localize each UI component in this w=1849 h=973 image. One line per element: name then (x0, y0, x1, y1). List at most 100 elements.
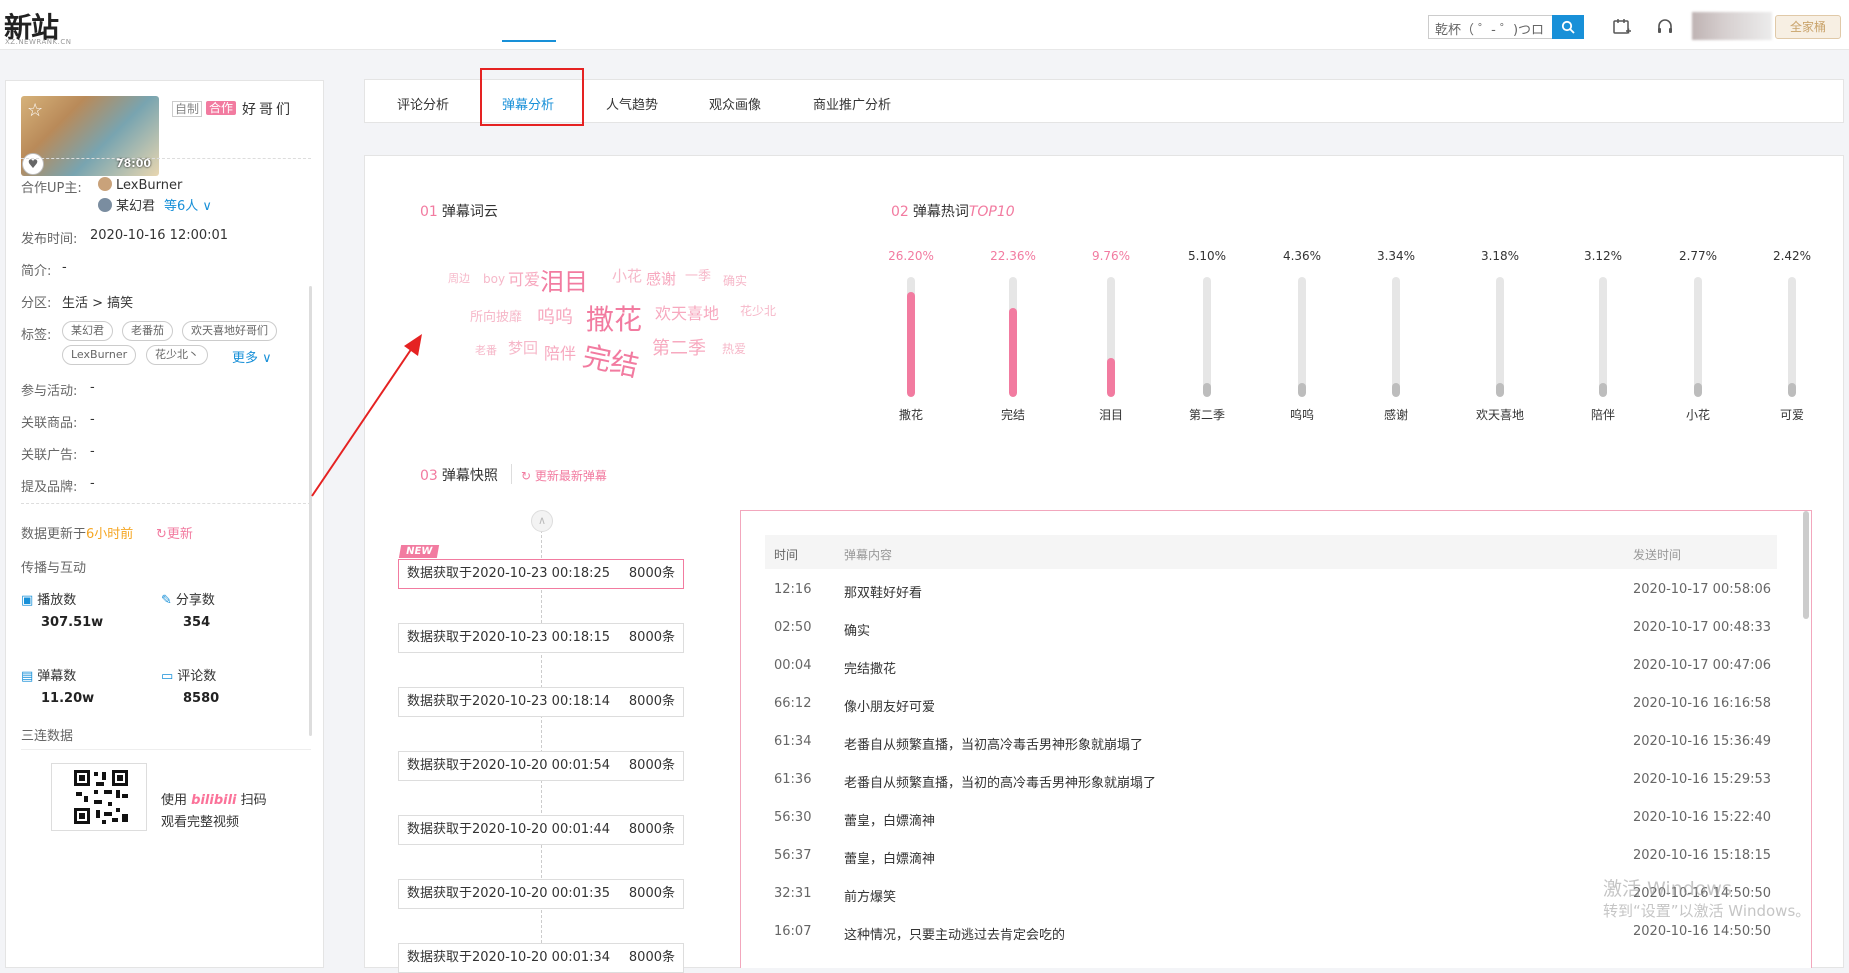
user-avatar[interactable] (1692, 12, 1772, 40)
up-name: LexBurner (116, 178, 183, 193)
wordcloud-word: 欢天喜地 (655, 304, 720, 323)
publish-time-label: 发布时间: (21, 232, 78, 247)
danmaku-icon: ▤ (21, 669, 34, 684)
bar-track (1496, 277, 1504, 397)
panel-scrollbar[interactable] (309, 286, 312, 736)
snapshot-item[interactable]: 数据获取于2020-10-23 00:18:25 8000条 (398, 559, 684, 589)
table-row[interactable]: 56:30 蕾皇，白嫖滴神 2020-10-16 15:22:40 (765, 799, 1777, 837)
headset-icon[interactable] (1655, 17, 1675, 37)
row-send-time: 2020-10-17 00:48:33 (1633, 620, 1772, 635)
bar[interactable] (1107, 357, 1115, 397)
snapshot-item[interactable]: 数据获取于2020-10-20 00:01:54 8000条 (398, 751, 684, 781)
header-send-time: 发送时间 (1633, 548, 1682, 562)
bar-category-label: 陪伴 (1590, 408, 1615, 422)
tab-comment-analysis[interactable]: 评论分析 (397, 94, 449, 113)
tag-pill[interactable]: LexBurner (62, 345, 137, 365)
tag-pill[interactable]: 某幻君 (62, 321, 113, 341)
ad-value: - (90, 444, 95, 459)
star-icon[interactable]: ☆ (27, 100, 43, 121)
bar-percent-label: 2.77% (1678, 249, 1718, 263)
section-number: 02 (891, 204, 909, 220)
row-content: 蕾皇，白嫖滴神 (844, 852, 936, 867)
chevron-up-icon[interactable]: ∧ (531, 510, 553, 532)
table-row[interactable]: 12:16 那双鞋好好看 2020-10-17 00:58:06 (765, 571, 1777, 609)
update-time: 6小时前 (86, 527, 134, 542)
windows-watermark-subtitle: 转到“设置”以激活 Windows。 (1603, 902, 1811, 920)
comment-label-text: 评论数 (177, 669, 217, 684)
bar[interactable] (1203, 383, 1211, 397)
snapshot-item[interactable]: 数据获取于2020-10-20 00:01:34 8000条 (398, 943, 684, 973)
bar[interactable] (1009, 307, 1017, 397)
qr-code[interactable] (51, 763, 147, 831)
table-row[interactable]: 61:36 老番自从频繁直播，当初的高冷毒舌男神形象就崩塌了 2020-10-16 … (765, 761, 1777, 799)
bar[interactable] (1694, 383, 1702, 397)
more-tags-label: 更多 (232, 351, 259, 366)
snapshot-item[interactable]: 数据获取于2020-10-20 00:01:44 8000条 (398, 815, 684, 845)
snapshot-item[interactable]: 数据获取于2020-10-20 00:01:35 8000条 (398, 879, 684, 909)
publish-time-value: 2020-10-16 12:00:01 (90, 228, 229, 243)
update-button[interactable]: ↻更新 (156, 523, 193, 542)
row-content: 这种情况，只要主动逃过去肯定会吃的 (844, 928, 1066, 943)
snapshot-count: 8000条 (628, 886, 675, 901)
bar-track (907, 277, 915, 397)
data-update-info: 数据更新于6小时前 (21, 523, 133, 542)
divider (21, 158, 311, 159)
activity-label: 参与活动: (21, 384, 78, 399)
table-row[interactable]: 66:12 像小朋友好可爱 2020-10-16 16:16:58 (765, 685, 1777, 723)
tab-commercial-analysis[interactable]: 商业推广分析 (813, 94, 891, 113)
ad-label: 关联广告: (21, 448, 78, 463)
divider (21, 503, 311, 504)
video-title[interactable]: 好哥们 (242, 99, 293, 119)
tag-pill[interactable]: 老番茄 (122, 321, 173, 341)
wordcloud-word: 热爱 (722, 342, 747, 356)
bar[interactable] (1788, 383, 1796, 397)
up-item[interactable]: LexBurner (98, 177, 182, 193)
snapshot-item[interactable]: 数据获取于2020-10-23 00:18:15 8000条 (398, 623, 684, 653)
table-row[interactable]: 56:37 蕾皇，白嫖滴神 2020-10-16 15:18:15 (765, 837, 1777, 875)
bar[interactable] (907, 292, 915, 397)
row-send-time: 2020-10-17 00:47:06 (1633, 658, 1772, 673)
section-snapshot-title: 03 弹幕快照 (408, 451, 498, 485)
snapshot-item[interactable]: 数据获取于2020-10-23 00:18:14 8000条 (398, 687, 684, 717)
brand-label: 提及品牌: (21, 480, 78, 495)
search-input[interactable]: 乾杯（ ゜- ゜)つロ (1428, 15, 1552, 39)
more-tags-link[interactable]: 更多 ∨ (232, 347, 272, 366)
wordcloud-word: 陪伴 (544, 344, 577, 363)
tags-label: 标签: (21, 328, 52, 343)
bar[interactable] (1298, 383, 1306, 397)
bar[interactable] (1392, 383, 1400, 397)
top-bar: 新站 XZ.NEWRANK.CN 乾杯（ ゜- ゜)つロ 全家桶 (0, 0, 1849, 50)
refresh-danmaku-button[interactable]: ↻ 更新最新弹幕 (521, 467, 607, 484)
triple-title: 三连数据 (21, 729, 74, 744)
comment-icon: ▭ (161, 669, 174, 684)
table-row[interactable]: 00:04 完结撒花 2020-10-17 00:47:06 (765, 647, 1777, 685)
vip-badge[interactable]: 全家桶 (1775, 15, 1841, 39)
up-item[interactable]: 某幻君 (98, 195, 155, 214)
table-row[interactable]: 61:34 老番自从频繁直播，当初高冷毒舌男神形象就崩塌了 2020-10-16 1… (765, 723, 1777, 761)
tag-pill[interactable]: 欢天喜地好哥们 (182, 321, 277, 341)
section-title-suffix: TOP10 (968, 204, 1015, 220)
bar[interactable] (1599, 383, 1607, 397)
tab-popularity-trend[interactable]: 人气趋势 (606, 94, 658, 113)
comment-count-label: ▭ 评论数 (161, 665, 216, 684)
share-count-label: ✎ 分享数 (161, 589, 215, 608)
analysis-tabs: 评论分析 弹幕分析 人气趋势 观众画像 商业推广分析 (364, 79, 1844, 123)
bar-percent-label: 3.12% (1583, 249, 1623, 263)
intro-label: 简介: (21, 264, 52, 279)
tag-pill[interactable]: 花少北丶 (146, 345, 208, 365)
bar[interactable] (1496, 383, 1504, 397)
tab-audience-profile[interactable]: 观众画像 (709, 94, 761, 113)
wordcloud-word: 第二季 (652, 338, 706, 359)
qr-text-pre: 使用 (161, 793, 188, 808)
calendar-add-icon[interactable] (1612, 17, 1632, 37)
more-up-link[interactable]: 等6人 ∨ (164, 195, 212, 214)
heart-badge-icon: ♥ (22, 153, 44, 175)
table-scrollbar[interactable] (1803, 511, 1809, 619)
row-time: 16:07 (774, 924, 812, 939)
cooperation-tag: 合作 (206, 101, 237, 115)
search-button[interactable] (1552, 15, 1584, 39)
table-row[interactable]: 02:50 确实 2020-10-17 00:48:33 (765, 609, 1777, 647)
refresh-label: 更新最新弹幕 (534, 469, 607, 483)
snapshot-count: 8000条 (628, 566, 675, 581)
bar-percent-label: 2.42% (1772, 249, 1812, 263)
